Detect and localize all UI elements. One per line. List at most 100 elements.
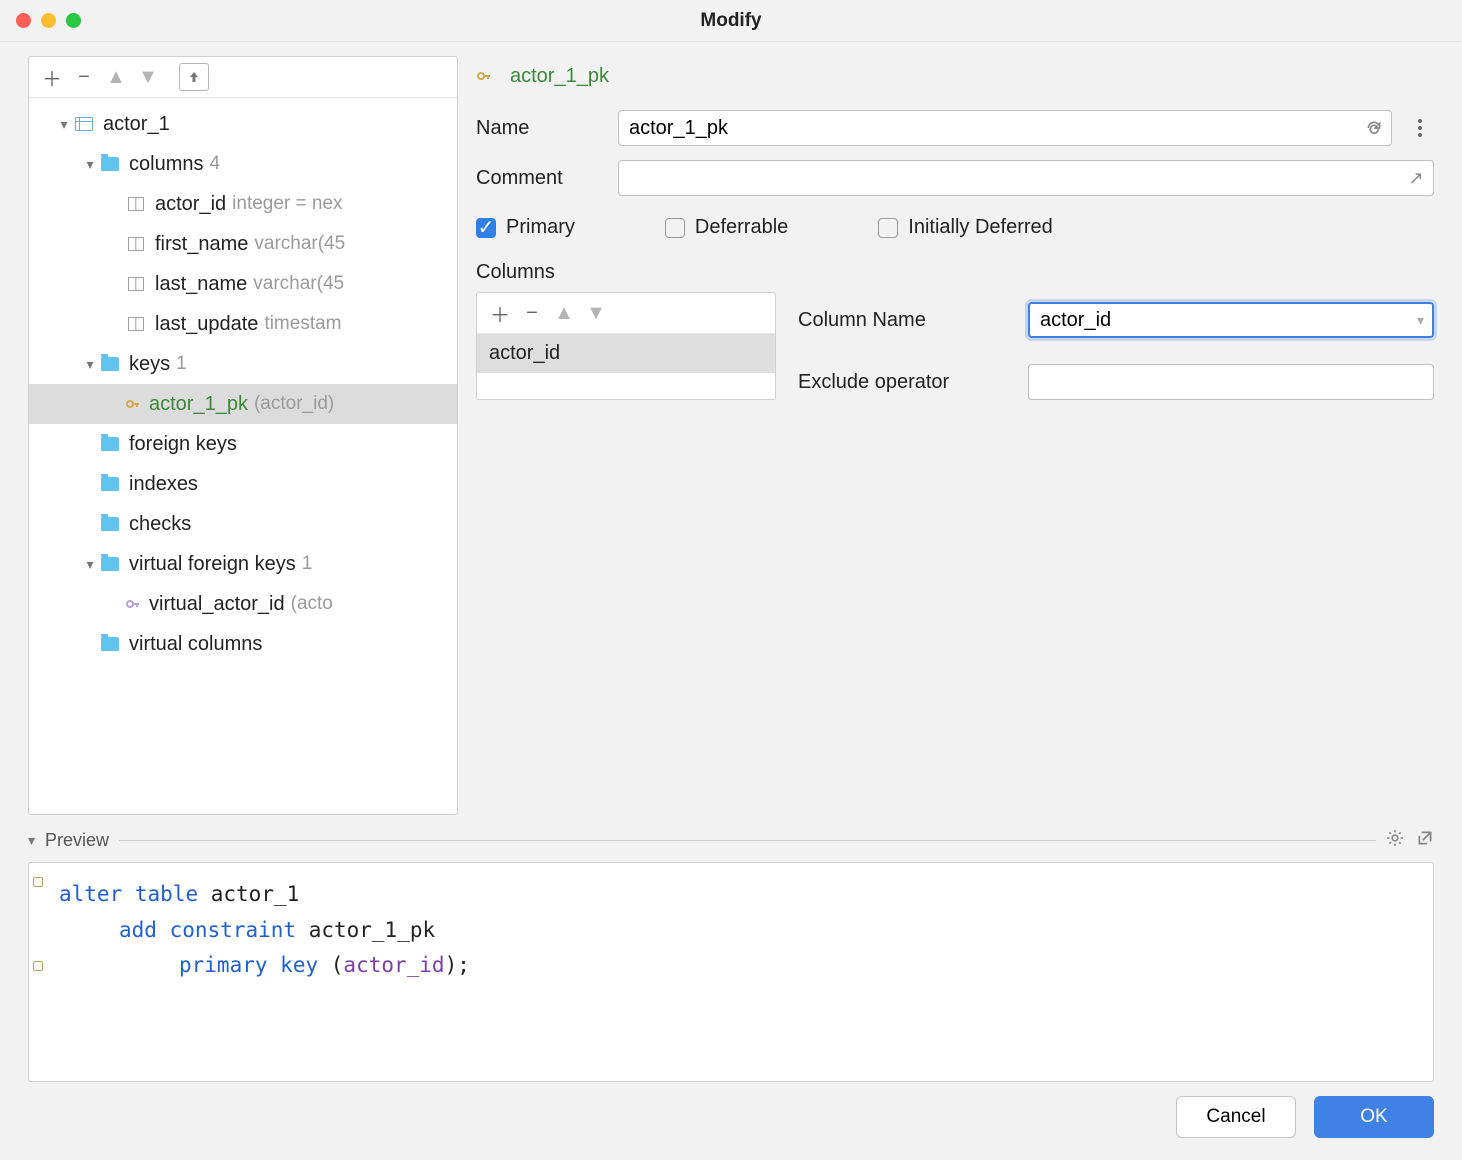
columns-toolbar: ＋ − ▲ ▼ [477, 293, 775, 334]
tree-label: first_name [155, 233, 248, 256]
structure-tree[interactable]: ▾ actor_1 ▾ columns 4 actor_id integer =… [29, 98, 457, 814]
breadcrumb-label: actor_1_pk [510, 65, 609, 88]
tree-node-column[interactable]: last_name varchar(45 [29, 264, 457, 304]
columns-list: ＋ − ▲ ▼ actor_id [476, 292, 776, 400]
tree-toolbar: ＋ − ▲ ▼ [29, 57, 457, 98]
add-column-button[interactable]: ＋ [485, 299, 515, 327]
preview-section: ▾ Preview alter table actor_ [28, 829, 1434, 1082]
tree-label: last_name [155, 273, 247, 296]
chevron-down-icon[interactable]: ▾ [28, 832, 35, 849]
tree-label: foreign keys [129, 433, 237, 456]
tree-node-keys[interactable]: ▾ keys 1 [29, 344, 457, 384]
tree-node-virtual-key[interactable]: virtual_actor_id (acto [29, 584, 457, 624]
sql-ident: actor_id [343, 953, 444, 977]
sql-paren: ( [331, 953, 344, 977]
ok-button[interactable]: OK [1314, 1096, 1434, 1138]
add-button[interactable]: ＋ [37, 63, 67, 91]
cancel-button[interactable]: Cancel [1176, 1096, 1296, 1138]
expand-icon[interactable]: ↗ [1404, 166, 1428, 190]
checkbox-label: Initially Deferred [908, 216, 1053, 239]
tree-label: checks [129, 513, 191, 536]
chevron-down-icon[interactable]: ▾ [81, 556, 99, 573]
tree-node-indexes[interactable]: indexes [29, 464, 457, 504]
folder-icon [99, 553, 121, 575]
open-external-icon[interactable] [1416, 829, 1434, 852]
tree-node-column[interactable]: last_update timestam [29, 304, 457, 344]
folder-icon [99, 433, 121, 455]
tree-label: actor_id [155, 193, 226, 216]
sql-ident: actor_1 [211, 882, 300, 906]
tree-node-checks[interactable]: checks [29, 504, 457, 544]
chevron-down-icon[interactable]: ▾ [55, 116, 73, 133]
tree-label: virtual_actor_id [149, 593, 285, 616]
tree-count: 4 [209, 153, 220, 175]
columns-heading: Columns [476, 261, 1434, 284]
name-label: Name [476, 117, 618, 140]
tree-hint: varchar(45 [253, 273, 344, 295]
tree-node-column[interactable]: actor_id integer = nex [29, 184, 457, 224]
remove-button[interactable]: − [69, 63, 99, 91]
tree-label: indexes [129, 473, 198, 496]
gear-icon[interactable] [1386, 829, 1404, 852]
folder-icon [99, 633, 121, 655]
move-column-down-button[interactable]: ▼ [581, 299, 611, 327]
initially-deferred-checkbox[interactable]: Initially Deferred [878, 216, 1053, 239]
folder-icon [99, 353, 121, 375]
move-column-up-button[interactable]: ▲ [549, 299, 579, 327]
sql-ident: actor_1_pk [309, 918, 435, 942]
pk-column-icon [125, 193, 147, 215]
tree-hint: (actor_id) [254, 393, 334, 415]
move-down-button[interactable]: ▼ [133, 63, 163, 91]
sql-keyword: alter [59, 882, 122, 906]
sql-keyword: add [119, 918, 157, 942]
chevron-down-icon[interactable]: ▾ [81, 156, 99, 173]
sql-keyword: table [135, 882, 198, 906]
comment-input[interactable] [618, 160, 1434, 196]
titlebar: Modify [0, 0, 1462, 42]
folder-icon [99, 513, 121, 535]
comment-label: Comment [476, 167, 618, 190]
checkbox-checked-icon: ✓ [476, 218, 496, 238]
primary-checkbox[interactable]: ✓ Primary [476, 216, 575, 239]
breadcrumb: actor_1_pk [476, 56, 1434, 96]
key-icon [125, 596, 141, 612]
exclude-operator-input[interactable] [1028, 364, 1434, 400]
preview-label: Preview [45, 830, 109, 851]
remove-column-button[interactable]: − [517, 299, 547, 327]
tree-label: actor_1 [103, 113, 170, 136]
table-icon [73, 113, 95, 135]
column-icon [125, 273, 147, 295]
tree-node-column[interactable]: first_name varchar(45 [29, 224, 457, 264]
checkbox-label: Primary [506, 216, 575, 239]
exclude-operator-label: Exclude operator [798, 371, 1028, 394]
tree-label: last_update [155, 313, 258, 336]
tree-label: actor_1_pk [149, 393, 248, 416]
refresh-icon[interactable] [1362, 116, 1386, 140]
sql-preview[interactable]: alter table actor_1 add constraint actor… [28, 862, 1434, 1082]
move-up-button[interactable]: ▲ [101, 63, 131, 91]
collapse-button[interactable] [179, 63, 209, 91]
tree-node-pk[interactable]: actor_1_pk (actor_id) [29, 384, 457, 424]
column-list-item[interactable]: actor_id [477, 334, 775, 373]
tree-label: virtual columns [129, 633, 262, 656]
tree-node-columns[interactable]: ▾ columns 4 [29, 144, 457, 184]
sql-keyword: key [280, 953, 318, 977]
tree-label: keys [129, 353, 170, 376]
tree-node-virtual-columns[interactable]: virtual columns [29, 624, 457, 664]
dialog-footer: Cancel OK [0, 1096, 1462, 1160]
structure-tree-pane: ＋ − ▲ ▼ ▾ actor_1 ▾ columns 4 [28, 56, 458, 815]
column-name-input[interactable] [1028, 302, 1434, 338]
tree-label: virtual foreign keys [129, 553, 296, 576]
tree-hint: timestam [264, 313, 341, 335]
deferrable-checkbox[interactable]: Deferrable [665, 216, 788, 239]
name-input[interactable] [618, 110, 1392, 146]
folder-icon [99, 153, 121, 175]
more-menu-button[interactable] [1406, 119, 1434, 137]
tree-node-table[interactable]: ▾ actor_1 [29, 104, 457, 144]
checkbox-unchecked-icon [665, 218, 685, 238]
tree-node-foreign-keys[interactable]: foreign keys [29, 424, 457, 464]
sql-paren: ); [445, 953, 470, 977]
chevron-down-icon[interactable]: ▾ [81, 356, 99, 373]
folder-icon [99, 473, 121, 495]
tree-node-virtual-fk[interactable]: ▾ virtual foreign keys 1 [29, 544, 457, 584]
